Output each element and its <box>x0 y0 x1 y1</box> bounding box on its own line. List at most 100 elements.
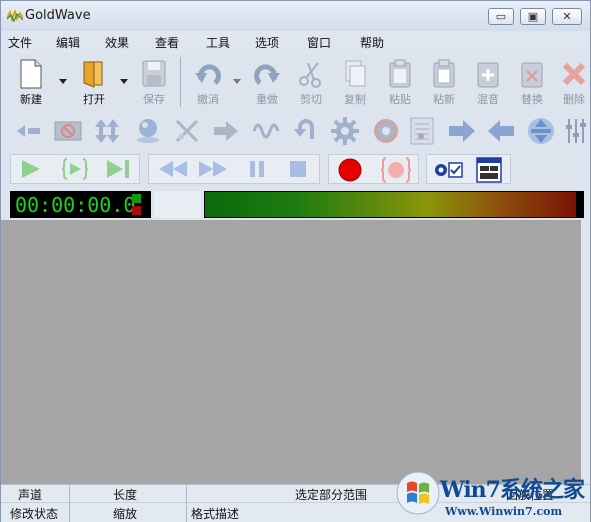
spectrum-icon[interactable] <box>371 116 401 146</box>
paste-new-icon <box>433 59 455 88</box>
close-button[interactable]: ✕ <box>552 8 582 25</box>
main-toolbar: 新建 打开 保存 撤消 重做 剪切 复制 粘贴 粘新 混音 替换 删除 <box>1 53 590 111</box>
menu-file[interactable]: 文件 <box>8 34 32 51</box>
menu-view[interactable]: 查看 <box>155 34 179 51</box>
open-dropdown-icon[interactable] <box>120 79 128 84</box>
menu-window[interactable]: 窗口 <box>307 34 331 51</box>
save-button[interactable]: 保存 <box>137 59 171 107</box>
mix-button[interactable]: 混音 <box>470 59 506 107</box>
redo-icon <box>254 64 280 85</box>
new-dropdown-icon[interactable] <box>59 79 67 84</box>
goldwave-logo-icon <box>7 10 23 22</box>
copy-button[interactable]: 复制 <box>337 59 373 107</box>
window-layout-icon[interactable] <box>476 157 502 183</box>
mix-plus-icon <box>477 62 499 88</box>
paste-button[interactable]: 粘贴 <box>382 59 418 107</box>
arrow-both-icon[interactable] <box>526 116 556 146</box>
replace-label: 替换 <box>521 93 543 106</box>
equalizer-icon[interactable] <box>564 117 588 145</box>
play-icon[interactable] <box>19 158 43 180</box>
control-properties-icon[interactable] <box>433 160 463 180</box>
play-selection-icon[interactable] <box>61 158 89 180</box>
copy-label: 复制 <box>344 93 366 106</box>
status-modified-state: 修改状态 <box>10 507 59 521</box>
minimize-icon: ▭ <box>495 10 507 23</box>
cut-button[interactable]: 剪切 <box>293 59 329 107</box>
updown-arrows-icon[interactable] <box>93 117 121 145</box>
paste-clipboard-icon <box>389 59 411 88</box>
status-selection-range: 选定部分范围 <box>295 488 368 502</box>
status-length: 长度 <box>113 488 138 502</box>
fast-forward-icon[interactable] <box>197 160 229 178</box>
cut-label: 剪切 <box>300 93 322 106</box>
play-to-end-icon[interactable] <box>104 158 132 180</box>
open-button[interactable]: 打开 <box>77 59 111 107</box>
status-divider <box>69 485 70 522</box>
undo-icon <box>195 64 221 85</box>
record-icon[interactable] <box>337 157 363 183</box>
loop-icon[interactable] <box>292 117 320 145</box>
sphere-icon[interactable] <box>134 116 162 146</box>
new-label: 新建 <box>20 93 42 106</box>
watermark: Win7系统之家 Www.Winwin7.com <box>395 466 591 522</box>
toolbar-separator <box>180 57 181 107</box>
undo-button[interactable]: 撤消 <box>189 59 227 107</box>
status-divider <box>186 485 187 522</box>
mix-label: 混音 <box>477 93 499 106</box>
redo-button[interactable]: 重做 <box>248 59 286 107</box>
sound-workspace[interactable] <box>1 220 581 484</box>
open-folder-icon <box>83 61 103 88</box>
cancel-icon[interactable] <box>53 117 83 145</box>
undo-dropdown-icon[interactable] <box>233 79 241 84</box>
menu-effects[interactable]: 效果 <box>105 34 129 51</box>
rewind-icon[interactable] <box>157 160 189 178</box>
minimize-button[interactable]: ▭ <box>488 8 514 25</box>
trim-icon[interactable] <box>173 117 201 145</box>
new-file-icon <box>20 59 42 89</box>
watermark-brand: Win7系统之家 <box>440 477 585 503</box>
new-button[interactable]: 新建 <box>14 59 48 107</box>
wave-icon[interactable] <box>252 117 282 145</box>
volume-left-icon[interactable] <box>15 117 43 145</box>
menu-options[interactable]: 选项 <box>255 34 279 51</box>
restore-button[interactable]: ▣ <box>520 8 546 25</box>
pause-icon[interactable] <box>247 159 267 179</box>
display-spacer <box>154 191 201 218</box>
close-icon: ✕ <box>562 10 572 23</box>
paste-new-button[interactable]: 粘新 <box>426 59 462 107</box>
delete-button[interactable]: 删除 <box>557 59 591 107</box>
menu-help[interactable]: 帮助 <box>360 34 384 51</box>
record-selection-icon[interactable] <box>381 157 411 183</box>
restore-icon: ▣ <box>527 10 539 23</box>
vertical-scrollbar[interactable] <box>581 220 590 484</box>
time-display-text: 00:00:00.0 <box>15 193 136 217</box>
status-zoom: 缩放 <box>113 507 138 521</box>
menu-bar: 文件 编辑 效果 查看 工具 选项 窗口 帮助 <box>1 32 590 52</box>
delete-label: 删除 <box>563 93 585 106</box>
title-bar[interactable]: GoldWave ▭ ▣ ✕ <box>1 1 590 31</box>
redo-label: 重做 <box>256 93 278 106</box>
goldwave-window: GoldWave ▭ ▣ ✕ 文件 编辑 效果 查看 工具 选项 窗口 帮助 新… <box>0 0 591 522</box>
replace-button[interactable]: 替换 <box>514 59 550 107</box>
left-channel-indicator <box>132 194 141 203</box>
scissors-icon <box>299 62 321 88</box>
gear-icon[interactable] <box>330 116 360 146</box>
record-group <box>328 154 419 184</box>
notes-icon[interactable] <box>409 116 437 146</box>
stop-icon[interactable] <box>288 159 308 179</box>
arrow-right-gray-icon[interactable] <box>212 117 240 145</box>
menu-edit[interactable]: 编辑 <box>56 34 80 51</box>
arrow-left-blue-icon[interactable] <box>486 117 516 145</box>
navigation-group <box>148 154 320 184</box>
watermark-url: Www.Winwin7.com <box>445 505 563 518</box>
right-channel-indicator <box>132 206 141 215</box>
settings-group <box>426 154 511 184</box>
play-group <box>10 154 140 184</box>
arrow-right-blue-icon[interactable] <box>447 117 477 145</box>
effects-toolbar <box>1 111 590 151</box>
status-format: 格式描述 <box>191 507 240 521</box>
copy-icon <box>345 60 366 87</box>
time-display: 00:00:00.0 <box>10 191 151 218</box>
menu-tools[interactable]: 工具 <box>206 34 230 51</box>
level-meter <box>204 191 584 218</box>
